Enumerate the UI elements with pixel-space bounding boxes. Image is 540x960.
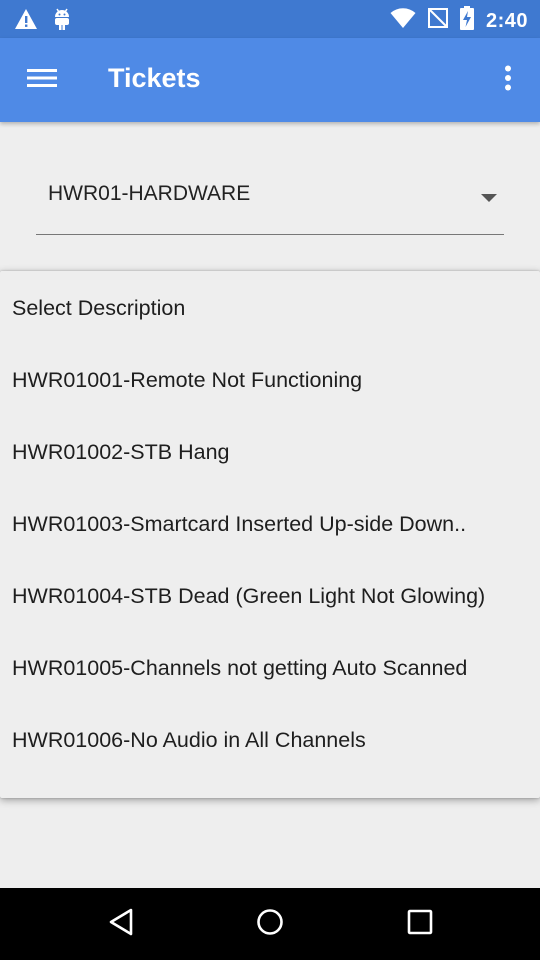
wifi-icon: [390, 7, 416, 34]
dropdown-item[interactable]: HWR01004-STB Dead (Green Light Not Glowi…: [0, 560, 540, 632]
dropdown-item[interactable]: Select Description: [0, 272, 540, 344]
overflow-menu-button[interactable]: [490, 58, 526, 102]
more-vert-icon: [504, 65, 512, 96]
description-dropdown: Select Description HWR01001-Remote Not F…: [0, 271, 540, 798]
dropdown-item[interactable]: HWR01005-Channels not getting Auto Scann…: [0, 632, 540, 704]
back-button[interactable]: [101, 906, 141, 942]
menu-button[interactable]: [14, 58, 70, 102]
home-button[interactable]: [250, 906, 290, 942]
category-spinner[interactable]: HWR01-HARDWARE: [36, 160, 504, 235]
dropdown-arrow-icon: [480, 190, 498, 208]
recents-icon: [407, 909, 433, 940]
home-icon: [255, 907, 285, 942]
dropdown-item[interactable]: HWR01003-Smartcard Inserted Up-side Down…: [0, 488, 540, 560]
battery-charging-icon: [459, 6, 474, 35]
navigation-bar: [0, 888, 540, 960]
dropdown-item[interactable]: HWR01001-Remote Not Functioning: [0, 344, 540, 416]
page-title: Tickets: [108, 63, 201, 93]
no-signal-icon: [427, 7, 448, 34]
back-icon: [108, 908, 134, 941]
dropdown-item[interactable]: HWR01002-STB Hang: [0, 416, 540, 488]
spinner-selected-value: HWR01-HARDWARE: [48, 182, 251, 205]
android-icon: [52, 7, 72, 36]
app-bar: Tickets: [0, 38, 540, 122]
status-time: 2:40: [485, 9, 528, 32]
warning-icon: [14, 8, 38, 35]
dropdown-item[interactable]: HWR01006-No Audio in All Channels: [0, 704, 540, 776]
recents-button[interactable]: [400, 906, 440, 942]
status-bar: 2:40: [0, 0, 540, 38]
menu-icon: [27, 68, 57, 93]
